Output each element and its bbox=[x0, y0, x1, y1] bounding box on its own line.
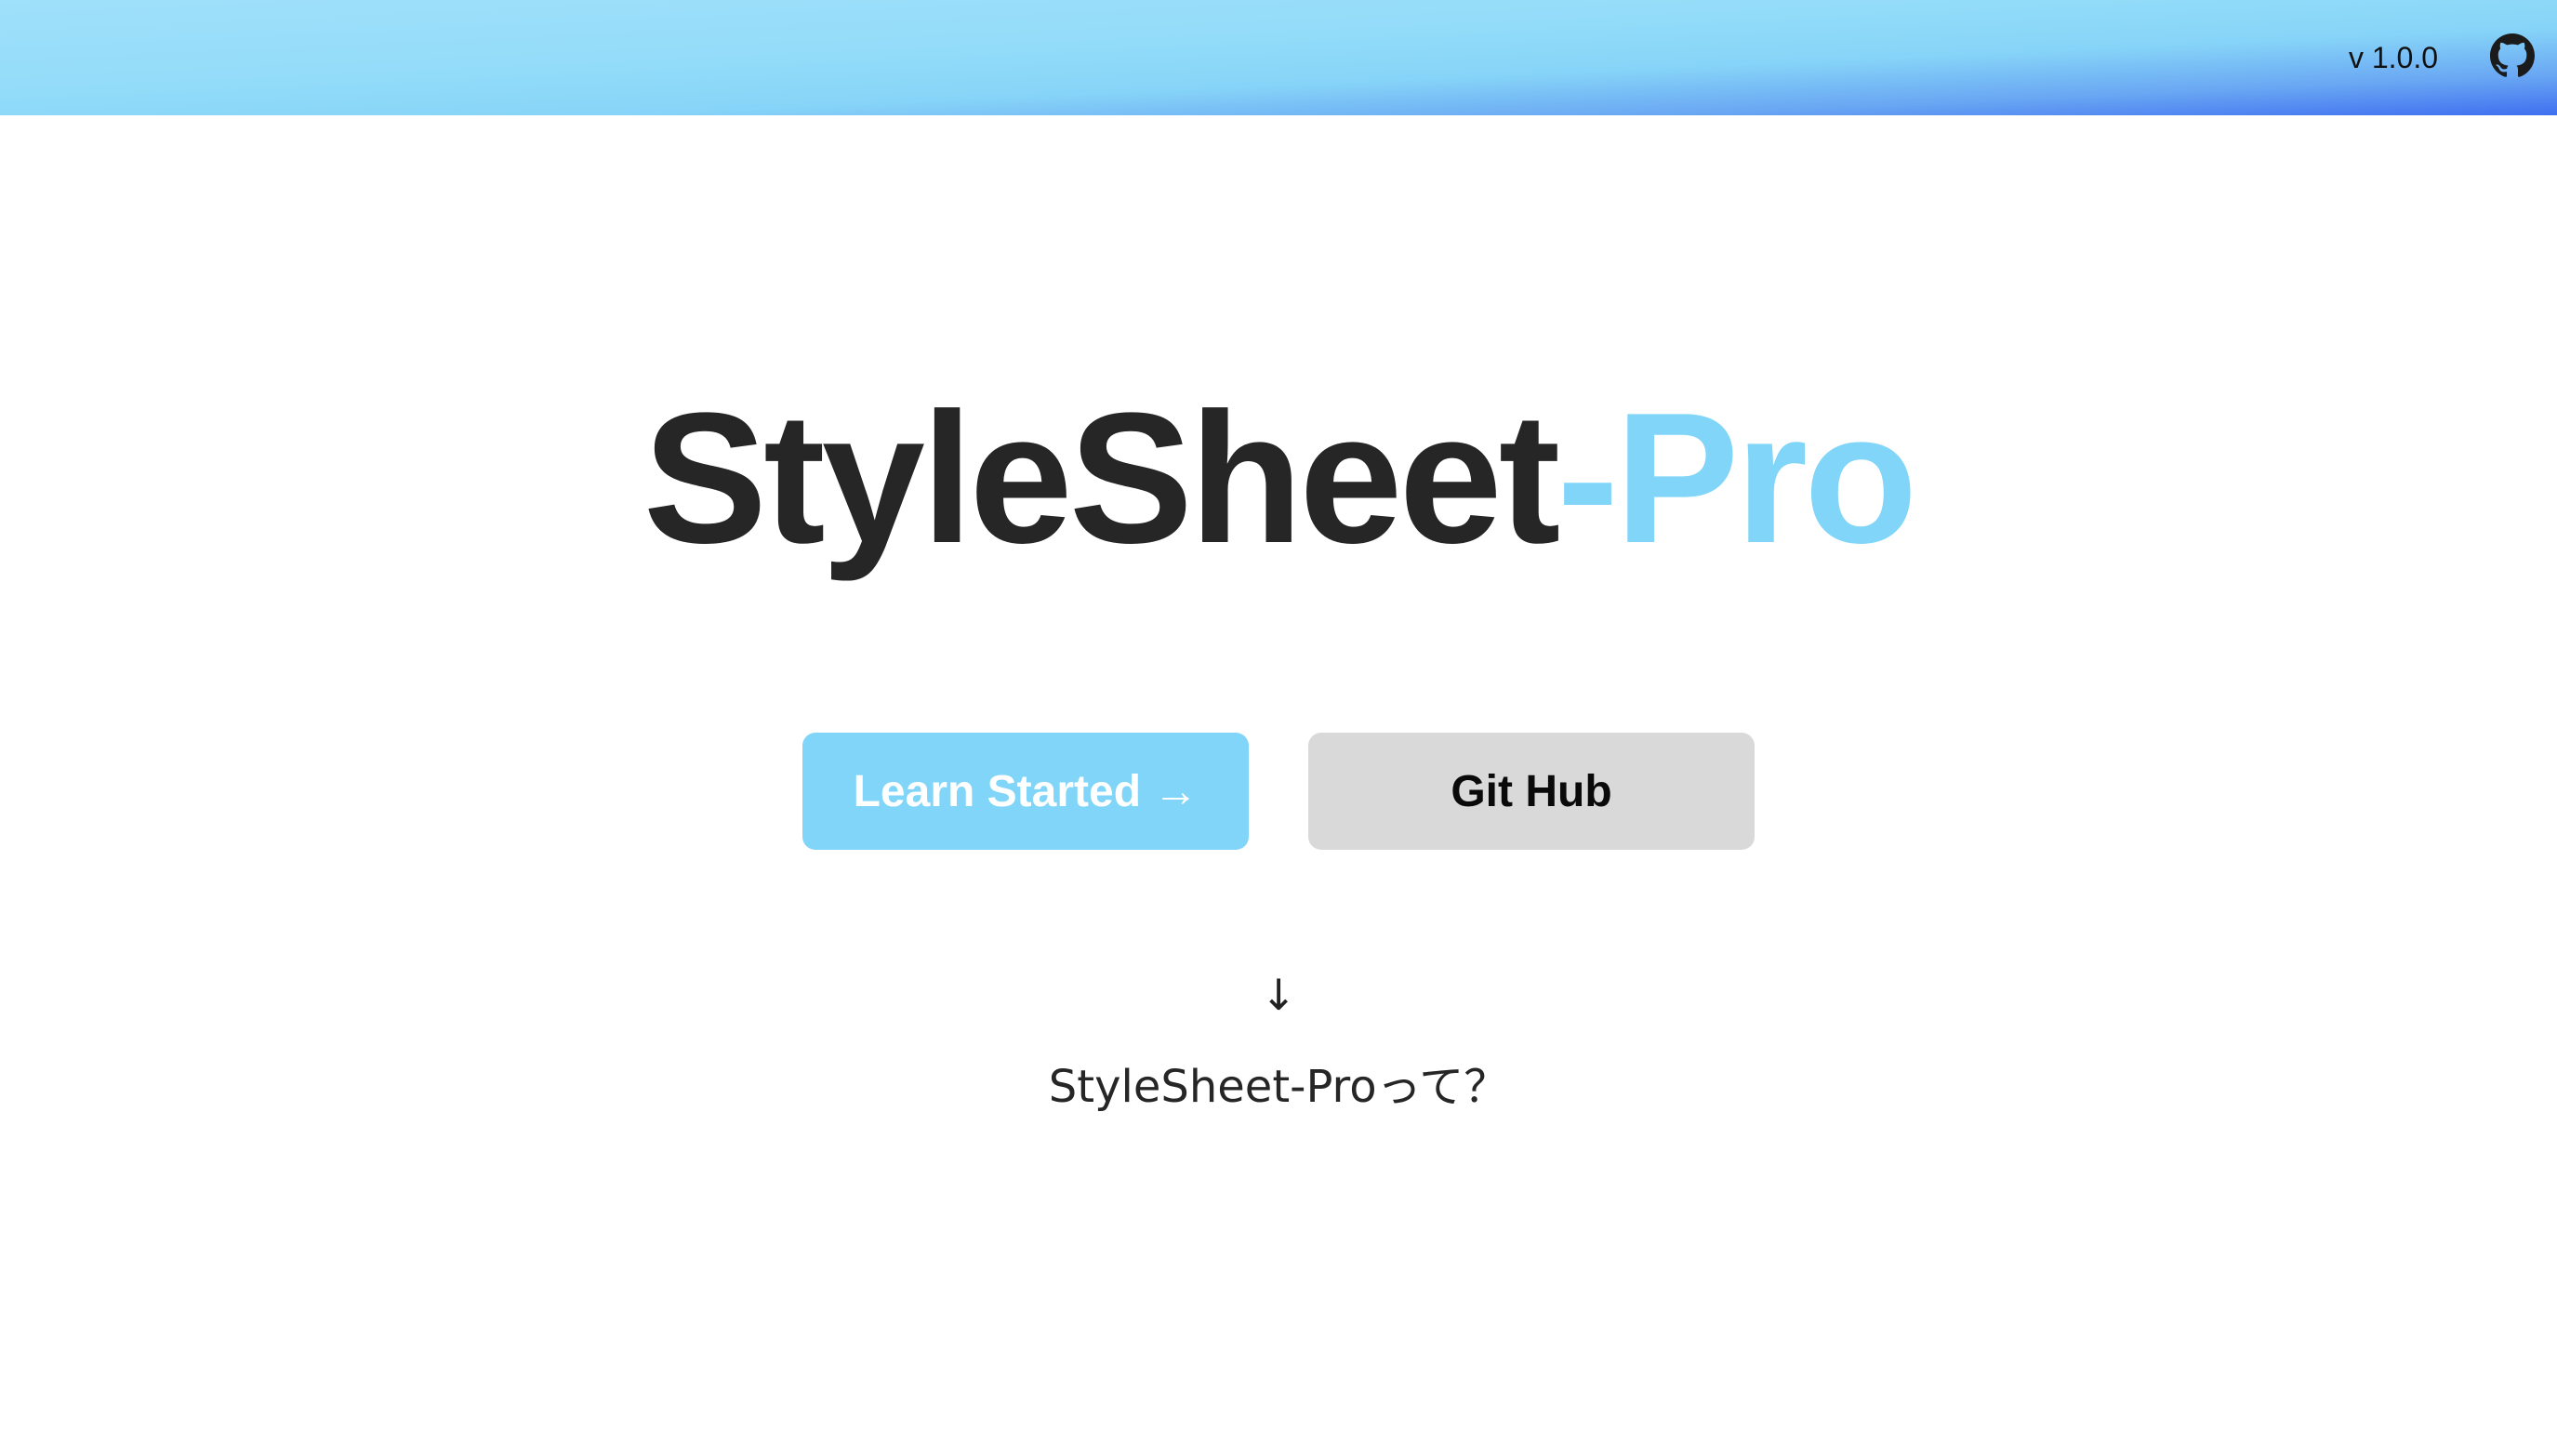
about-section-link: StyleSheet-Proって？ bbox=[0, 1058, 2557, 1116]
learn-started-button[interactable]: Learn Started → bbox=[802, 733, 1249, 850]
hero-title-main: StyleSheet bbox=[643, 375, 1561, 582]
top-header-bar: v 1.0.0 bbox=[0, 0, 2557, 115]
github-button[interactable]: Git Hub bbox=[1308, 733, 1755, 850]
version-label[interactable]: v 1.0.0 bbox=[2349, 39, 2438, 76]
hero-title: StyleSheet-Pro bbox=[0, 372, 2557, 586]
down-arrow-icon: ↓ bbox=[1260, 970, 1297, 1020]
about-link-label[interactable]: StyleSheet-Proって？ bbox=[1049, 1061, 1508, 1113]
github-icon[interactable] bbox=[2490, 33, 2535, 78]
hero-title-accent: -Pro bbox=[1557, 375, 1917, 582]
page: v 1.0.0 StyleSheet-Pro Learn Started → G… bbox=[0, 0, 2557, 1456]
